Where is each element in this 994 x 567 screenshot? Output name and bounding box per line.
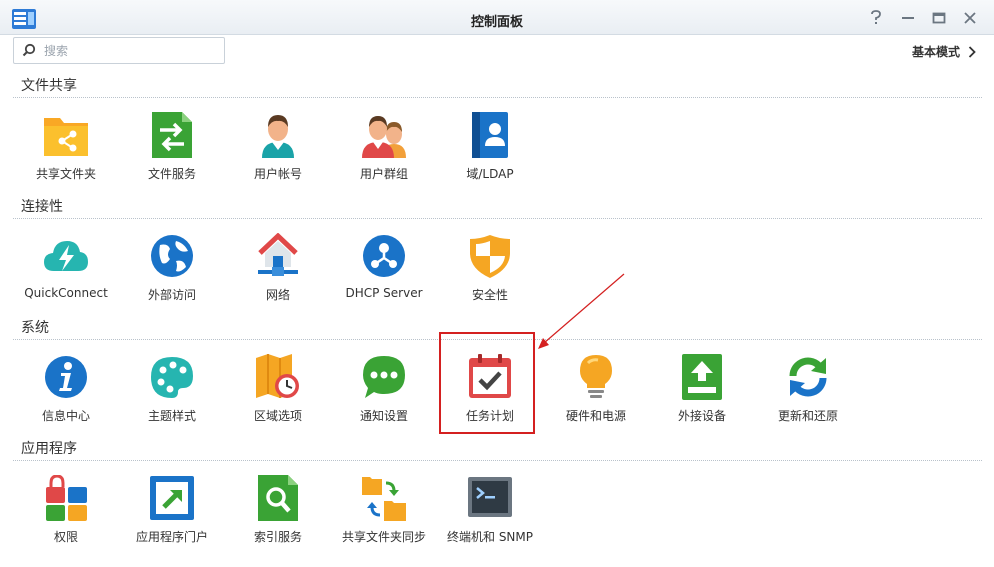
item-label: 共享文件夹	[35, 167, 96, 181]
section-divider	[13, 218, 982, 219]
item-info-center[interactable]: 信息中心	[13, 352, 119, 442]
security-shield-icon	[468, 233, 512, 279]
annotation-arrow	[538, 273, 625, 349]
item-label: 用户群组	[359, 167, 408, 181]
item-domain-ldap[interactable]: 域/LDAP	[437, 110, 543, 200]
regional-options-icon	[256, 354, 300, 400]
item-label: DHCP Server	[345, 286, 423, 300]
quickconnect-icon	[44, 233, 88, 279]
chevron-right-icon	[968, 45, 976, 58]
item-network[interactable]: 网络	[225, 231, 331, 321]
item-label: 索引服务	[253, 530, 302, 544]
window-titlebar: 控制面板	[0, 0, 994, 35]
item-application-portal[interactable]: 应用程序门户	[119, 473, 225, 563]
search-input[interactable]	[42, 41, 221, 61]
item-indexing-service[interactable]: 索引服务	[225, 473, 331, 563]
item-dhcp-server[interactable]: DHCP Server	[331, 231, 437, 321]
user-account-icon	[256, 112, 300, 158]
item-external-access[interactable]: 外部访问	[119, 231, 225, 321]
item-label: 用户帐号	[253, 167, 302, 181]
terminal-snmp-icon	[468, 475, 512, 521]
item-label: 更新和还原	[777, 409, 838, 423]
search-icon	[22, 43, 36, 57]
item-label: 共享文件夹同步	[341, 530, 426, 544]
item-security[interactable]: 安全性	[437, 231, 543, 321]
theme-palette-icon	[150, 354, 194, 400]
item-label: 域/LDAP	[466, 167, 514, 181]
shared-folder-icon	[44, 112, 88, 158]
info-center-icon	[44, 354, 88, 400]
item-terminal-snmp[interactable]: 终端机和 SNMP	[437, 473, 543, 563]
item-label: 信息中心	[41, 409, 90, 423]
item-label: 区域选项	[253, 409, 302, 423]
item-theme[interactable]: 主题样式	[119, 352, 225, 442]
basic-mode-button[interactable]: 基本模式	[912, 43, 976, 60]
item-label: 终端机和 SNMP	[447, 530, 533, 544]
item-user-group[interactable]: 用户群组	[331, 110, 437, 200]
update-restore-icon	[786, 354, 830, 400]
highlight-box	[439, 332, 535, 434]
file-services-icon	[150, 112, 194, 158]
item-label: 主题样式	[147, 409, 196, 423]
indexing-service-icon	[256, 475, 300, 521]
window-title: 控制面板	[470, 15, 523, 30]
user-group-icon	[362, 112, 406, 158]
hardware-power-icon	[574, 354, 618, 400]
basic-mode-label: 基本模式	[911, 45, 960, 59]
shared-folder-sync-icon	[362, 475, 406, 521]
search-field[interactable]	[13, 37, 225, 64]
item-update-restore[interactable]: 更新和还原	[755, 352, 861, 442]
item-label: 外接设备	[677, 409, 726, 423]
privileges-icon	[44, 475, 88, 521]
item-label: 外部访问	[147, 288, 196, 302]
section-title-connectivity: 连接性	[21, 199, 63, 215]
item-label: 文件服务	[147, 167, 196, 181]
external-access-icon	[150, 233, 194, 279]
item-label: 硬件和电源	[565, 409, 626, 423]
section-divider	[13, 97, 982, 98]
section-divider	[13, 460, 982, 461]
item-hardware-power[interactable]: 硬件和电源	[543, 352, 649, 442]
external-devices-icon	[680, 354, 724, 400]
item-user-account[interactable]: 用户帐号	[225, 110, 331, 200]
item-label: 权限	[53, 530, 78, 544]
minimize-icon[interactable]	[899, 9, 917, 27]
maximize-icon[interactable]	[930, 9, 948, 27]
section-title-system: 系统	[21, 320, 49, 336]
item-file-services[interactable]: 文件服务	[119, 110, 225, 200]
item-shared-folder-sync[interactable]: 共享文件夹同步	[331, 473, 437, 563]
network-icon	[256, 233, 300, 279]
item-regional-options[interactable]: 区域选项	[225, 352, 331, 442]
item-notification[interactable]: 通知设置	[331, 352, 437, 442]
item-quickconnect[interactable]: QuickConnect	[13, 231, 119, 321]
section-title-file-sharing: 文件共享	[21, 78, 77, 94]
application-portal-icon	[150, 475, 194, 521]
domain-ldap-icon	[468, 112, 512, 158]
item-label: 应用程序门户	[135, 530, 208, 544]
close-icon[interactable]	[961, 9, 979, 27]
item-label: 通知设置	[359, 409, 408, 423]
item-label: QuickConnect	[24, 286, 108, 300]
item-privileges[interactable]: 权限	[13, 473, 119, 563]
dhcp-server-icon	[362, 233, 406, 279]
notification-icon	[362, 354, 406, 400]
section-title-applications: 应用程序	[21, 441, 77, 457]
item-shared-folder[interactable]: 共享文件夹	[13, 110, 119, 200]
item-external-devices[interactable]: 外接设备	[649, 352, 755, 442]
item-label: 网络	[265, 288, 290, 302]
item-label: 安全性	[471, 288, 508, 302]
help-icon[interactable]	[867, 9, 885, 27]
